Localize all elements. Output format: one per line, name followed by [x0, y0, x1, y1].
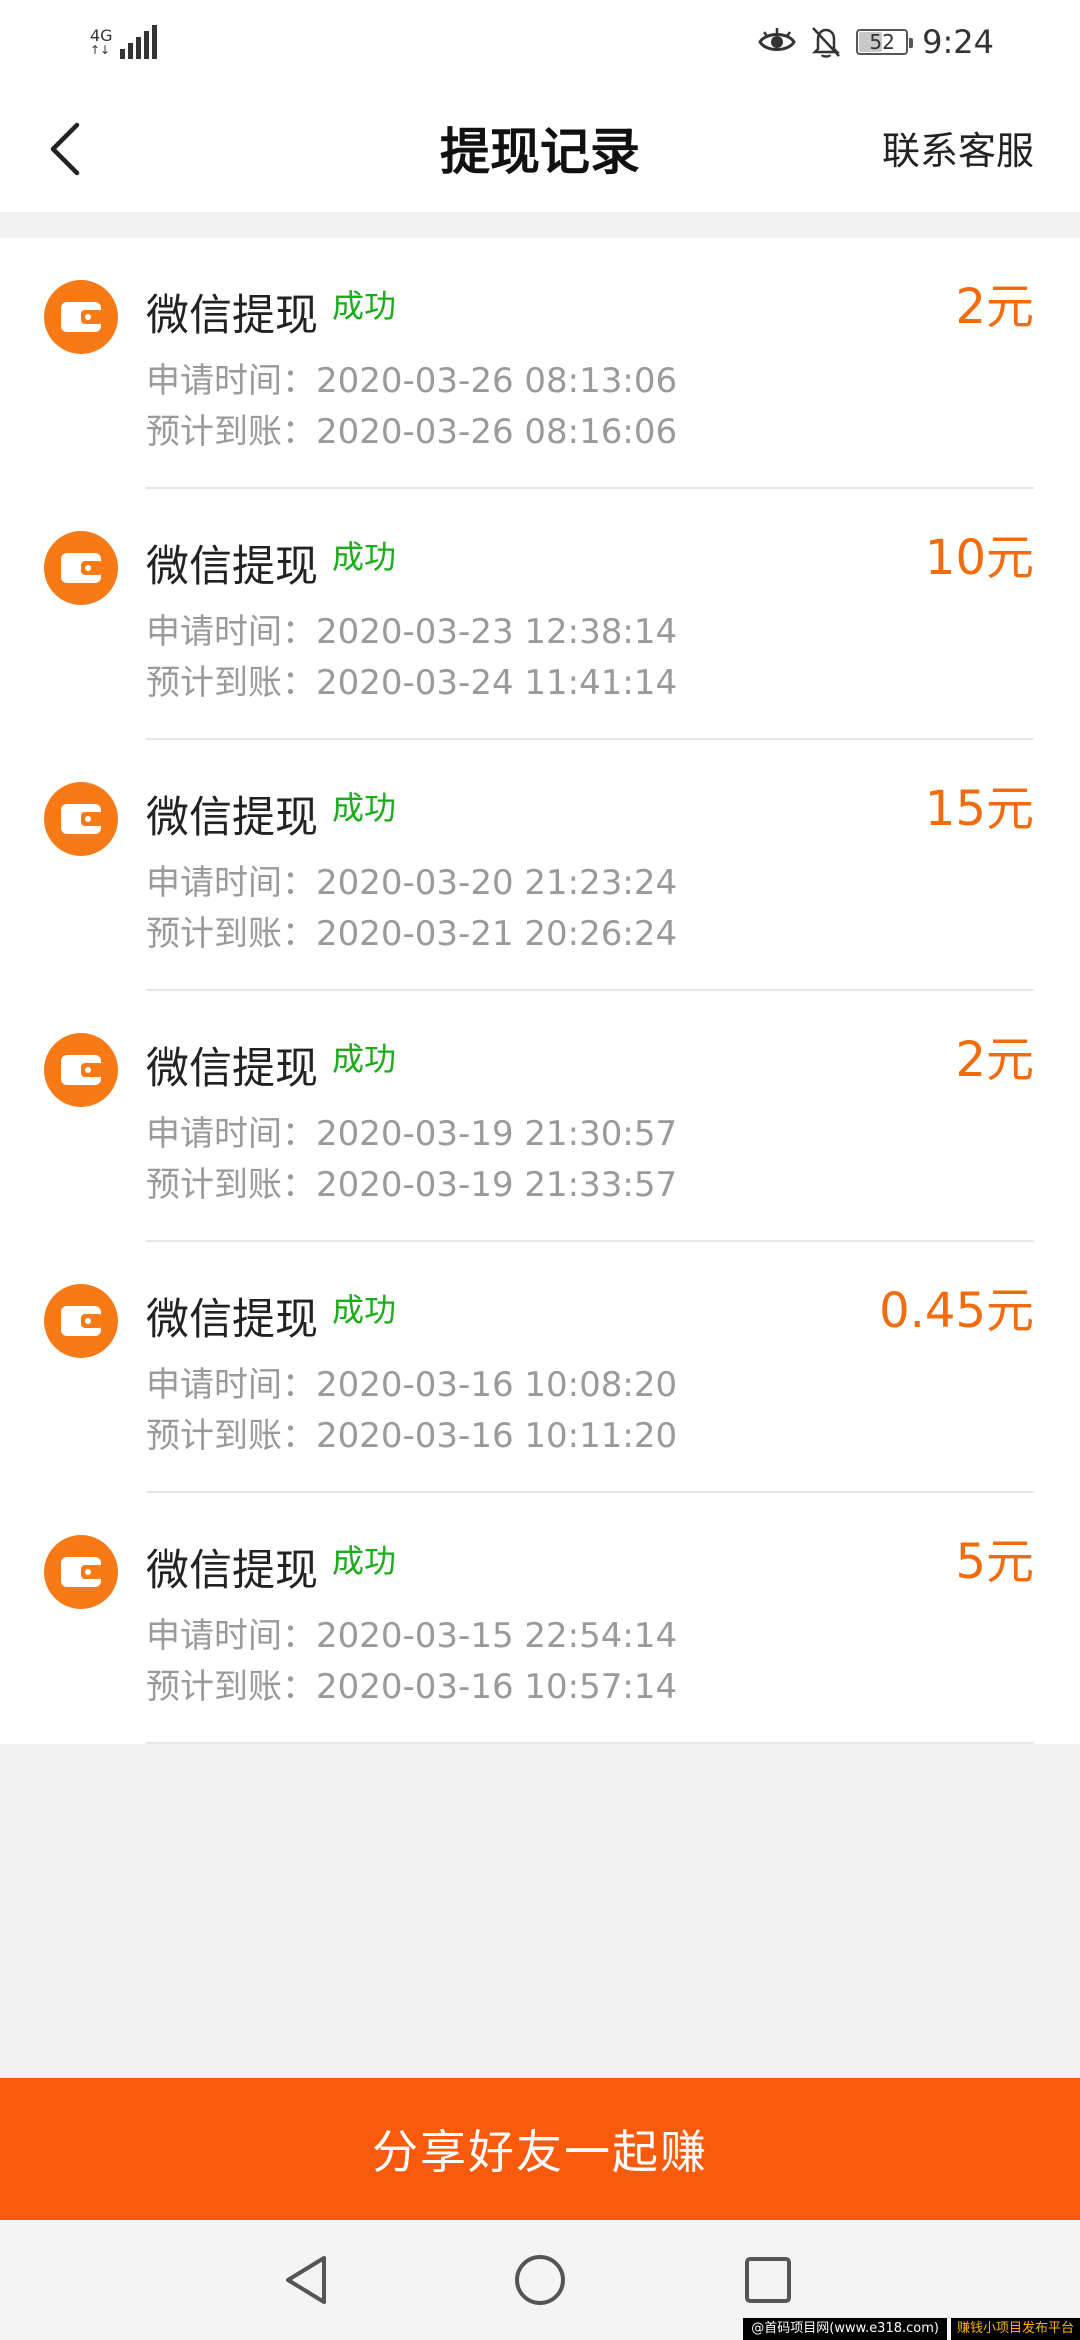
nav-home-button[interactable] [498, 2238, 582, 2322]
record-amount: 2元 [955, 1032, 1034, 1088]
battery-icon: 52 [856, 29, 914, 55]
wallet-icon [44, 1535, 118, 1609]
list-item[interactable]: 微信提现 成功 15元 申请时间：2020-03-20 21:23:24 预计到… [0, 740, 1080, 991]
status-badge: 成功 [332, 1291, 397, 1329]
status-badge: 成功 [332, 789, 397, 827]
battery-level: 52 [869, 30, 895, 54]
watermark: @首码项目网(www.e318.com) 赚钱小项目发布平台 [743, 2318, 1080, 2340]
status-bar: 4G ↑↓ 52 9:24 [0, 0, 1080, 84]
divider [146, 1742, 1034, 1744]
list-item[interactable]: 微信提现 成功 10元 申请时间：2020-03-23 12:38:14 预计到… [0, 489, 1080, 740]
arrival-time: 预计到账：2020-03-19 21:33:57 [146, 1165, 678, 1205]
status-time: 9:24 [922, 23, 994, 61]
record-title: 微信提现 [146, 291, 318, 341]
signal-icon [119, 25, 157, 59]
network-type-label: 4G [90, 26, 113, 45]
record-title: 微信提现 [146, 1295, 318, 1345]
record-amount: 15元 [924, 781, 1034, 837]
status-badge: 成功 [332, 1542, 397, 1580]
apply-time: 申请时间：2020-03-15 22:54:14 [146, 1616, 678, 1656]
contact-service-button[interactable]: 联系客服 [882, 120, 1034, 175]
list-item[interactable]: 微信提现 成功 5元 申请时间：2020-03-15 22:54:14 预计到账… [0, 1493, 1080, 1744]
network-type: 4G ↑↓ [90, 26, 113, 57]
wallet-icon [44, 280, 118, 354]
list-item[interactable]: 微信提现 成功 0.45元 申请时间：2020-03-16 10:08:20 预… [0, 1242, 1080, 1493]
share-friends-button[interactable]: 分享好友一起赚 [0, 2078, 1080, 2220]
apply-time: 申请时间：2020-03-19 21:30:57 [146, 1114, 678, 1154]
wallet-icon [44, 531, 118, 605]
network-activity: ↑↓ [90, 43, 111, 57]
apply-time: 申请时间：2020-03-20 21:23:24 [146, 863, 678, 903]
record-amount: 10元 [924, 530, 1034, 586]
watermark-slogan: 赚钱小项目发布平台 [950, 2318, 1080, 2340]
apply-time: 申请时间：2020-03-16 10:08:20 [146, 1365, 678, 1405]
wallet-icon [44, 782, 118, 856]
arrival-time: 预计到账：2020-03-16 10:11:20 [146, 1416, 678, 1456]
apply-time: 申请时间：2020-03-26 08:13:06 [146, 361, 678, 401]
nav-back-button[interactable] [266, 2238, 350, 2322]
status-right: 52 9:24 [758, 18, 994, 66]
watermark-site: @首码项目网(www.e318.com) [743, 2318, 947, 2340]
status-badge: 成功 [332, 287, 397, 325]
list-item[interactable]: 微信提现 成功 2元 申请时间：2020-03-26 08:13:06 预计到账… [0, 238, 1080, 489]
wallet-icon [44, 1033, 118, 1107]
status-badge: 成功 [332, 1040, 397, 1078]
arrival-time: 预计到账：2020-03-16 10:57:14 [146, 1667, 678, 1707]
nav-home-icon [515, 2255, 565, 2305]
record-title: 微信提现 [146, 793, 318, 843]
network-status: 4G ↑↓ [90, 22, 159, 62]
list-item[interactable]: 微信提现 成功 2元 申请时间：2020-03-19 21:30:57 预计到账… [0, 991, 1080, 1242]
eye-icon [758, 28, 796, 51]
arrival-time: 预计到账：2020-03-24 11:41:14 [146, 663, 678, 703]
bell-off-icon [812, 27, 841, 58]
wallet-icon [44, 1284, 118, 1358]
nav-recent-button[interactable] [726, 2238, 810, 2322]
arrival-time: 预计到账：2020-03-26 08:16:06 [146, 412, 678, 452]
apply-time: 申请时间：2020-03-23 12:38:14 [146, 612, 678, 652]
header: 提现记录 联系客服 [0, 84, 1080, 212]
record-title: 微信提现 [146, 1044, 318, 1094]
record-amount: 2元 [955, 279, 1034, 335]
status-badge: 成功 [332, 538, 397, 576]
withdrawal-record-list: 微信提现 成功 2元 申请时间：2020-03-26 08:13:06 预计到账… [0, 238, 1080, 1744]
record-title: 微信提现 [146, 542, 318, 592]
nav-back-icon [286, 2256, 326, 2304]
record-title: 微信提现 [146, 1546, 318, 1596]
arrival-time: 预计到账：2020-03-21 20:26:24 [146, 914, 678, 954]
nav-recent-icon [745, 2257, 791, 2303]
record-amount: 5元 [955, 1534, 1034, 1590]
record-amount: 0.45元 [879, 1283, 1034, 1339]
